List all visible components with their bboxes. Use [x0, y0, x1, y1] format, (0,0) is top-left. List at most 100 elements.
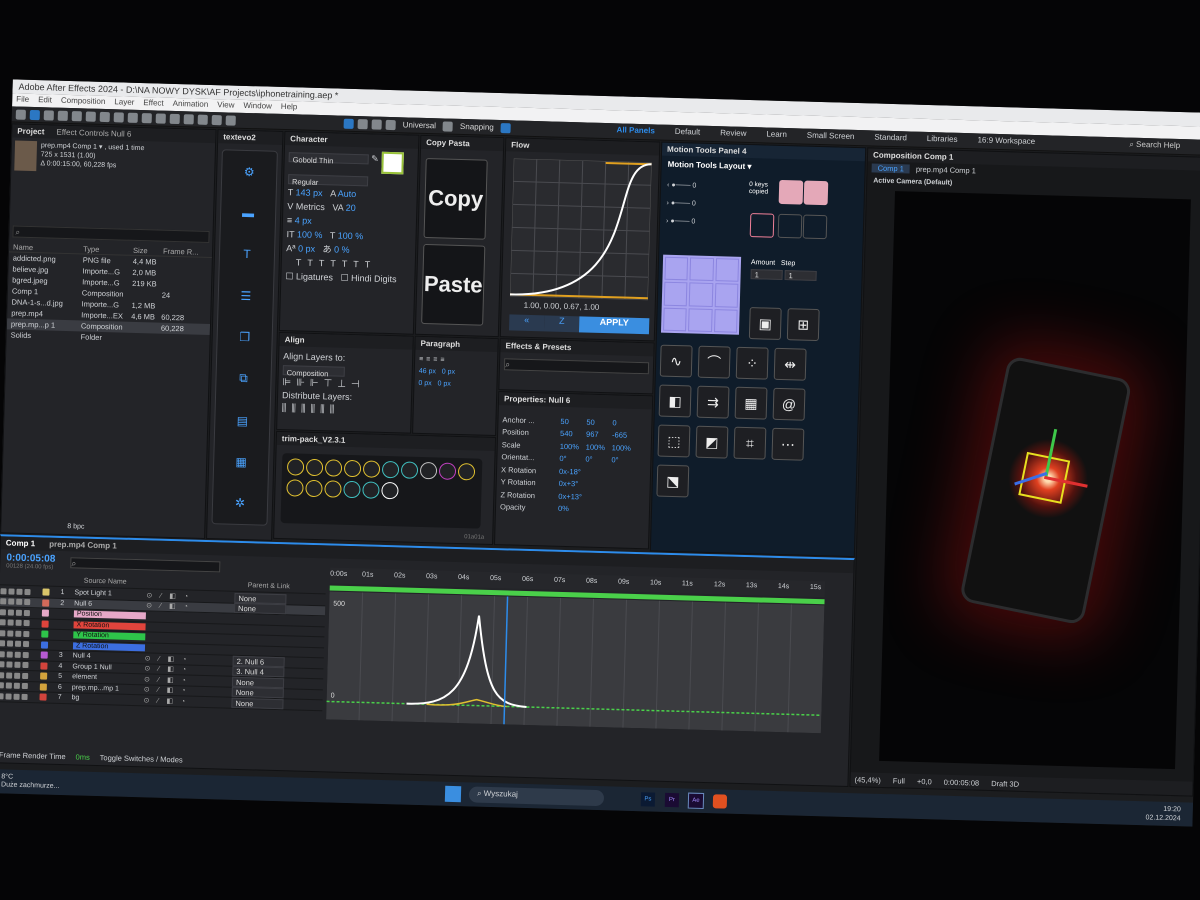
- toggle-switches-modes[interactable]: Toggle Switches / Modes: [100, 753, 183, 764]
- scatter-icon[interactable]: ⁘: [735, 346, 769, 380]
- tsume-value[interactable]: 0 %: [334, 244, 350, 254]
- visibility-icon[interactable]: [16, 588, 23, 595]
- menu-view[interactable]: View: [217, 100, 234, 109]
- visibility-icon[interactable]: [5, 693, 12, 700]
- visibility-icon[interactable]: [7, 630, 14, 637]
- rotate-tool-icon[interactable]: [113, 111, 124, 123]
- exposure-value[interactable]: +0,0: [917, 776, 932, 785]
- keyframe-arrow-button[interactable]: [802, 214, 828, 240]
- col-fps[interactable]: Frame R...: [163, 246, 203, 256]
- property-value[interactable]: 0x-18°: [559, 467, 585, 477]
- visibility-icon[interactable]: [0, 598, 7, 605]
- layer-label-color[interactable]: [41, 620, 49, 628]
- mirror-icon[interactable]: ⇹: [773, 347, 807, 381]
- search-help[interactable]: ⌕ Search Help: [1129, 140, 1180, 151]
- fill-color-swatch[interactable]: [380, 151, 404, 175]
- menu-help[interactable]: Help: [281, 102, 298, 111]
- hindi-digits-checkbox[interactable]: ☐: [340, 273, 348, 283]
- start-button-icon[interactable]: [444, 785, 462, 803]
- layer-name[interactable]: Y Rotation: [73, 631, 146, 641]
- visibility-icon[interactable]: [23, 620, 30, 627]
- layer-name[interactable]: X Rotation: [73, 621, 146, 631]
- slider-3[interactable]: › ●───: [666, 218, 690, 226]
- system-clock[interactable]: 19:20 02.12.2024: [1145, 804, 1181, 823]
- effects-presets-tab[interactable]: Effects & Presets: [500, 339, 654, 357]
- property-value[interactable]: 100%: [560, 442, 586, 452]
- layers-icon[interactable]: ❐: [239, 330, 250, 344]
- workspace-default[interactable]: Default: [675, 127, 701, 137]
- timeline-search-input[interactable]: ⌕: [70, 557, 221, 573]
- slider-2[interactable]: › ●───: [666, 200, 690, 208]
- trim-button[interactable]: [324, 480, 342, 498]
- home-icon[interactable]: [15, 109, 26, 120]
- baseline-value[interactable]: 0 px: [298, 243, 315, 253]
- distribute-icon[interactable]: ⋯: [771, 427, 805, 461]
- workspace-standard[interactable]: Standard: [874, 133, 907, 143]
- layer-fx-switches[interactable]: ⊙ ⁄ ◧ ◔: [144, 665, 232, 675]
- grid-icon[interactable]: ▦: [235, 455, 247, 469]
- property-value[interactable]: 0x+3°: [559, 479, 585, 489]
- photoshop-icon[interactable]: Ps: [640, 792, 656, 807]
- visibility-icon[interactable]: [22, 672, 29, 679]
- layer-switches[interactable]: [0, 588, 42, 595]
- distribute-buttons[interactable]: ⫼⫼⫼⫼⫼⫼: [282, 402, 407, 418]
- property-value[interactable]: 50: [560, 417, 586, 427]
- col-name[interactable]: Name: [13, 242, 83, 253]
- after-effects-icon[interactable]: Ae: [687, 792, 705, 809]
- menu-composition[interactable]: Composition: [61, 96, 106, 106]
- visibility-icon[interactable]: [7, 619, 14, 626]
- parent-link-header[interactable]: Parent & Link: [248, 582, 290, 590]
- font-family-select[interactable]: Gobold Thin: [288, 151, 369, 165]
- visibility-icon[interactable]: [0, 671, 5, 679]
- copy-keys-button[interactable]: [778, 179, 804, 205]
- universal-label[interactable]: Universal: [403, 120, 437, 130]
- visibility-icon[interactable]: [15, 619, 22, 627]
- gear-icon[interactable]: ✲: [235, 496, 245, 510]
- comp-subtab[interactable]: Comp 1: [871, 163, 911, 174]
- vscale-value[interactable]: 100 %: [297, 229, 323, 240]
- trim-button[interactable]: [343, 480, 361, 499]
- kerning-value[interactable]: Metrics: [296, 201, 325, 212]
- visibility-icon[interactable]: [6, 640, 14, 647]
- layer-switches[interactable]: [0, 619, 41, 627]
- source-name-header[interactable]: Source Name: [84, 578, 156, 587]
- flow-tab[interactable]: Flow: [505, 138, 660, 156]
- zoom-tool-icon[interactable]: [57, 110, 68, 121]
- project-search-input[interactable]: ⌕: [12, 225, 210, 243]
- puppet-tool-icon[interactable]: [225, 114, 236, 126]
- parent-select[interactable]: None: [233, 603, 287, 615]
- visibility-icon[interactable]: [24, 599, 31, 606]
- snapping-label[interactable]: Snapping: [460, 122, 494, 132]
- list-icon[interactable]: ☰: [240, 289, 251, 303]
- trim-button[interactable]: [343, 459, 362, 478]
- easing-curve-graph[interactable]: [509, 158, 652, 301]
- grid-layout-icon[interactable]: ▦: [734, 386, 768, 420]
- trim-button[interactable]: [438, 462, 457, 480]
- trim-button[interactable]: [286, 479, 304, 497]
- effects-search-input[interactable]: ⌕: [503, 358, 650, 375]
- viewer-timecode[interactable]: 0:00:05:08: [944, 777, 980, 787]
- timeline-tab-prep[interactable]: prep.mp4 Comp 1: [49, 540, 117, 551]
- visibility-icon[interactable]: [14, 672, 21, 679]
- property-value[interactable]: 0%: [558, 504, 584, 514]
- premiere-icon[interactable]: Pr: [664, 792, 680, 808]
- workspace-review[interactable]: Review: [720, 128, 746, 138]
- easing-values[interactable]: 1.00, 0.00, 0.67, 1.00: [524, 301, 600, 312]
- selection-tool-icon[interactable]: [29, 109, 40, 120]
- col-size[interactable]: Size: [133, 245, 163, 255]
- flow-z-icon[interactable]: Z: [543, 315, 580, 333]
- trim-button[interactable]: [381, 460, 400, 479]
- visibility-icon[interactable]: [16, 598, 23, 606]
- workspace-libraries[interactable]: Libraries: [927, 134, 958, 144]
- property-value[interactable]: 0°: [611, 456, 637, 466]
- menu-file[interactable]: File: [16, 95, 29, 104]
- layer-label-color[interactable]: [40, 641, 49, 649]
- font-size-value[interactable]: 143 px: [295, 187, 322, 198]
- eraser-tool-icon[interactable]: [197, 114, 208, 125]
- layer-switches[interactable]: [0, 651, 40, 658]
- precomp-icon[interactable]: ◩: [695, 425, 729, 459]
- layer-name[interactable]: element: [72, 674, 144, 683]
- layer-switches[interactable]: [0, 682, 39, 690]
- visibility-icon[interactable]: [22, 641, 30, 648]
- trim-button[interactable]: [362, 481, 380, 499]
